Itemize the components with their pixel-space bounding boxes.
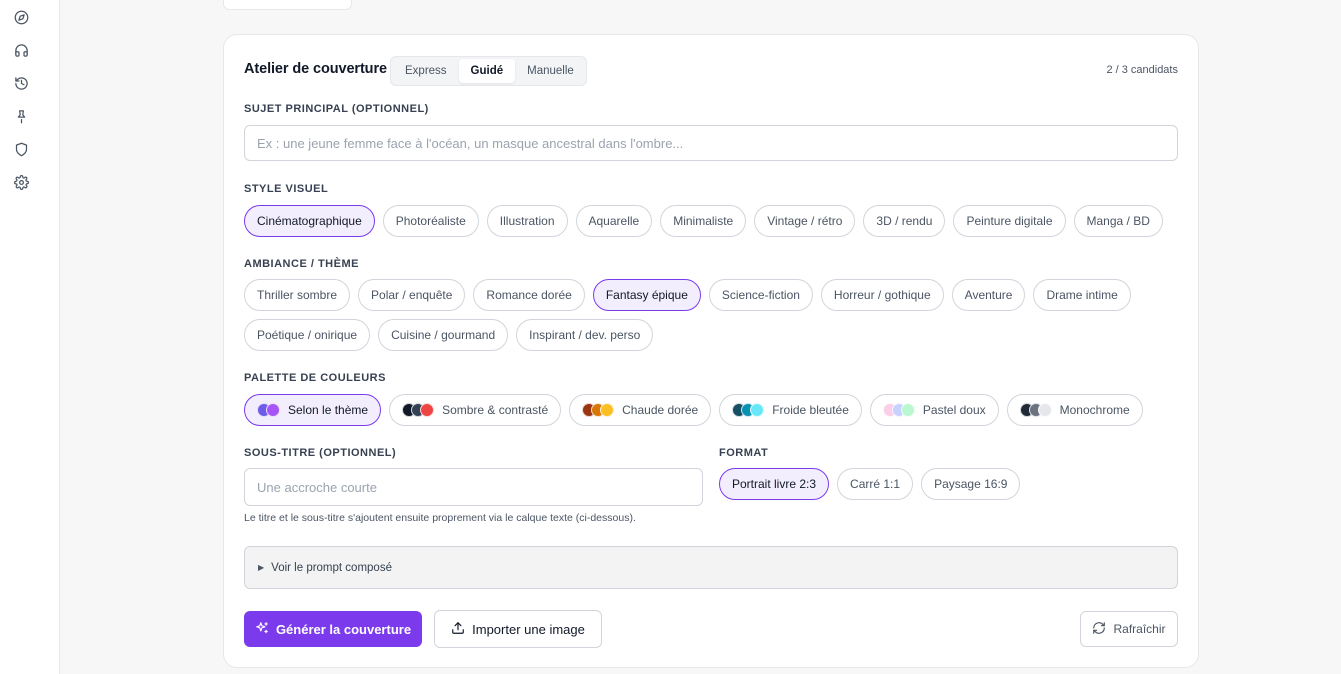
swatch-dot [900, 403, 915, 417]
compass-icon[interactable] [13, 9, 29, 25]
format-chip-row: Portrait livre 2:3 Carré 1:1 Paysage 16:… [719, 468, 1021, 500]
mode-segmented-control: Express Guidé Manuelle [390, 56, 587, 86]
palette-chip-pastel[interactable]: Pastel doux [869, 394, 999, 426]
mood-chip-adventure[interactable]: Aventure [951, 279, 1026, 311]
palette-chip-dark-contrast[interactable]: Sombre & contrasté [389, 394, 562, 426]
palette-chip-theme[interactable]: Selon le thème [244, 394, 382, 426]
subtitle-input[interactable] [244, 468, 703, 506]
gear-icon[interactable] [13, 174, 29, 190]
style-chip-cinematic[interactable]: Cinématographique [244, 205, 375, 237]
palette-chip-label: Sombre & contrasté [442, 403, 549, 417]
mode-tab-manual[interactable]: Manuelle [515, 59, 586, 83]
headphones-icon[interactable] [13, 42, 29, 58]
mood-chip-row-1: Thriller sombre Polar / enquête Romance … [244, 279, 1131, 311]
sidebar-rail [0, 0, 60, 674]
style-chip-digital-painting[interactable]: Peinture digitale [953, 205, 1066, 237]
palette-chip-label: Froide bleutée [772, 403, 849, 417]
pin-icon[interactable] [13, 108, 29, 124]
subject-input[interactable] [244, 125, 1178, 161]
mood-chip-scifi[interactable]: Science-fiction [708, 279, 813, 311]
swatch-dot [420, 403, 435, 417]
style-label: STYLE VISUEL [244, 183, 329, 195]
mood-chip-epic-fantasy[interactable]: Fantasy épique [592, 279, 701, 311]
palette-swatch [732, 403, 765, 417]
mode-tab-guided[interactable]: Guidé [458, 59, 516, 83]
card-title: Atelier de couverture [244, 61, 387, 77]
palette-chip-label: Chaude dorée [622, 403, 699, 417]
mode-tab-express[interactable]: Express [393, 59, 459, 83]
style-chip-watercolor[interactable]: Aquarelle [575, 205, 653, 237]
palette-chip-label: Pastel doux [922, 403, 986, 417]
swatch-dot [266, 403, 280, 417]
refresh-icon [1092, 621, 1106, 638]
history-icon[interactable] [13, 75, 29, 91]
generate-cover-label: Générer la couverture [275, 621, 412, 637]
mood-chip-inspiring[interactable]: Inspirant / dev. perso [516, 319, 654, 351]
previous-card-stub [223, 0, 352, 10]
format-chip-portrait[interactable]: Portrait livre 2:3 [719, 468, 830, 500]
palette-chip-label: Monochrome [1059, 403, 1130, 417]
shield-icon[interactable] [13, 141, 29, 157]
style-chip-illustration[interactable]: Illustration [486, 205, 568, 237]
format-chip-landscape[interactable]: Paysage 16:9 [921, 468, 1021, 500]
mood-label: AMBIANCE / THÈME [244, 258, 359, 270]
palette-chip-warm-gold[interactable]: Chaude dorée [569, 394, 712, 426]
prompt-disclosure[interactable]: ▶ Voir le prompt composé [244, 546, 1178, 589]
swatch-dot [600, 403, 615, 417]
subtitle-help-text: Le titre et le sous-titre s'ajoutent ens… [244, 512, 636, 524]
palette-chip-label: Selon le thème [288, 403, 369, 417]
palette-swatch [582, 403, 615, 417]
candidates-count: 2 / 3 candidats [1106, 64, 1178, 76]
palette-chip-cool-blue[interactable]: Froide bleutée [719, 394, 862, 426]
palette-swatch [257, 403, 280, 417]
mood-chip-cooking[interactable]: Cuisine / gourmand [378, 319, 509, 351]
triangle-right-icon: ▶ [258, 563, 265, 572]
swatch-dot [1037, 403, 1052, 417]
mood-chip-horror[interactable]: Horreur / gothique [820, 279, 944, 311]
swatch-dot [750, 403, 765, 417]
upload-icon [451, 621, 465, 638]
refresh-button[interactable]: Rafraîchir [1080, 611, 1178, 647]
prompt-disclosure-label: Voir le prompt composé [271, 561, 392, 574]
palette-swatch [882, 403, 915, 417]
mood-chip-crime[interactable]: Polar / enquête [358, 279, 466, 311]
generate-cover-button[interactable]: Générer la couverture [244, 611, 422, 647]
import-image-button[interactable]: Importer une image [434, 610, 602, 648]
format-chip-square[interactable]: Carré 1:1 [837, 468, 914, 500]
cover-workshop-card: Atelier de couverture Express Guidé Manu… [223, 34, 1199, 668]
refresh-label: Rafraîchir [1113, 622, 1166, 636]
subtitle-label: SOUS-TITRE (OPTIONNEL) [244, 447, 397, 459]
mood-chip-romance[interactable]: Romance dorée [473, 279, 585, 311]
format-label: FORMAT [719, 447, 769, 459]
style-chip-vintage[interactable]: Vintage / rétro [754, 205, 856, 237]
palette-chip-monochrome[interactable]: Monochrome [1006, 394, 1143, 426]
style-chip-manga[interactable]: Manga / BD [1073, 205, 1163, 237]
palette-label: PALETTE DE COULEURS [244, 372, 386, 384]
style-chip-minimalist[interactable]: Minimaliste [660, 205, 747, 237]
palette-swatch [1019, 403, 1052, 417]
mood-chip-drama[interactable]: Drame intime [1033, 279, 1131, 311]
style-chip-row: Cinématographique Photoréaliste Illustra… [244, 205, 1163, 237]
import-image-label: Importer une image [472, 621, 585, 637]
palette-chip-row: Selon le thème Sombre & contrasté Chaude… [244, 394, 1143, 426]
subject-label: SUJET PRINCIPAL (OPTIONNEL) [244, 103, 429, 115]
mood-chip-dark-thriller[interactable]: Thriller sombre [244, 279, 351, 311]
style-chip-photorealistic[interactable]: Photoréaliste [382, 205, 479, 237]
style-chip-3d[interactable]: 3D / rendu [863, 205, 946, 237]
sparkles-icon [255, 621, 269, 638]
mood-chip-poetic[interactable]: Poétique / onirique [244, 319, 371, 351]
palette-swatch [402, 403, 435, 417]
mood-chip-row-2: Poétique / onirique Cuisine / gourmand I… [244, 319, 654, 351]
